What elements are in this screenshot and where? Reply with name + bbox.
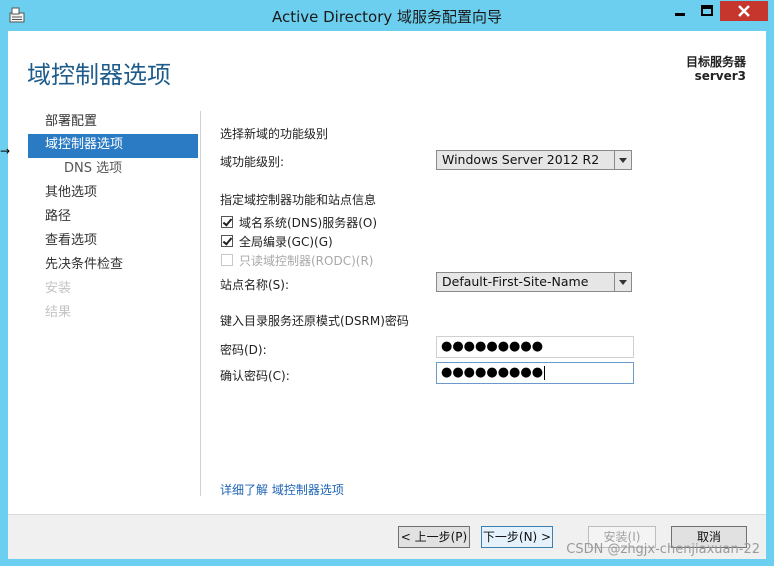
previous-button[interactable]: < 上一步(P) [398, 526, 470, 548]
global-catalog-label[interactable]: 全局编录(GC)(G) [239, 233, 333, 250]
pointer-icon: → [0, 144, 11, 158]
nav-item-deployment-config[interactable]: 部署配置 [28, 111, 198, 135]
functional-level-heading: 选择新域的功能级别 [220, 127, 329, 141]
learn-more-link[interactable]: 详细了解 域控制器选项 [220, 481, 344, 498]
watermark: CSDN @zhgjx-chenjiaxuan-22 [566, 542, 760, 557]
wizard-client-area: 域控制器选项 目标服务器 server3 → 部署配置 域控制器选项 DNS 选… [0, 31, 766, 559]
domain-level-select[interactable]: Windows Server 2012 R2 [436, 150, 632, 170]
confirm-password-value: ●●●●●●●●● [441, 365, 544, 380]
capabilities-heading: 指定域控制器功能和站点信息 [220, 193, 377, 207]
global-catalog-checkbox[interactable] [221, 235, 233, 247]
password-field[interactable]: ●●●●●●●●● [436, 336, 634, 358]
nav-item-other-options[interactable]: 其他选项 [28, 182, 198, 206]
site-name-value: Default-First-Site-Name [442, 274, 589, 289]
nav-item-paths[interactable]: 路径 [28, 206, 198, 230]
rodc-label: 只读域控制器(RODC)(R) [239, 254, 374, 268]
next-button[interactable]: 下一步(N) > [481, 526, 553, 548]
nav-item-dc-options[interactable]: 域控制器选项 [28, 134, 198, 158]
confirm-password-field[interactable]: ●●●●●●●●● [436, 362, 634, 384]
nav-item-results: 结果 [45, 305, 72, 320]
site-name-select[interactable]: Default-First-Site-Name [436, 272, 632, 292]
domain-level-value: Windows Server 2012 R2 [442, 152, 600, 167]
dns-server-label[interactable]: 域名系统(DNS)服务器(O) [239, 214, 377, 231]
nav-item-dns-options[interactable]: DNS 选项 [28, 158, 198, 182]
title-bar[interactable]: Active Directory 域服务配置向导 [0, 0, 774, 31]
chevron-down-icon[interactable] [614, 273, 631, 291]
wizard-window: Active Directory 域服务配置向导 域控制器选项 目标服务器 se… [0, 0, 774, 566]
domain-level-label: 域功能级别: [220, 155, 285, 169]
site-name-label: 站点名称(S): [220, 278, 290, 292]
text-caret [544, 365, 546, 380]
minimize-icon[interactable] [667, 1, 693, 21]
close-icon[interactable] [720, 1, 768, 21]
dns-server-checkbox[interactable] [221, 216, 233, 228]
target-server-name: server3 [694, 69, 746, 83]
dsrm-heading: 键入目录服务还原模式(DSRM)密码 [220, 314, 409, 328]
password-label: 密码(D): [220, 343, 267, 357]
chevron-down-icon[interactable] [614, 151, 631, 169]
maximize-icon[interactable] [694, 1, 720, 21]
page-title: 域控制器选项 [27, 61, 171, 89]
nav-item-prerequisites[interactable]: 先决条件检查 [28, 254, 198, 278]
password-value: ●●●●●●●●● [441, 339, 544, 354]
target-server-label: 目标服务器 [685, 55, 746, 69]
window-title: Active Directory 域服务配置向导 [271, 8, 503, 26]
nav-item-review-options[interactable]: 查看选项 [28, 230, 198, 254]
nav-divider [200, 111, 201, 496]
confirm-password-label: 确认密码(C): [220, 369, 290, 383]
rodc-checkbox [221, 254, 233, 266]
nav-item-install: 安装 [45, 281, 72, 296]
